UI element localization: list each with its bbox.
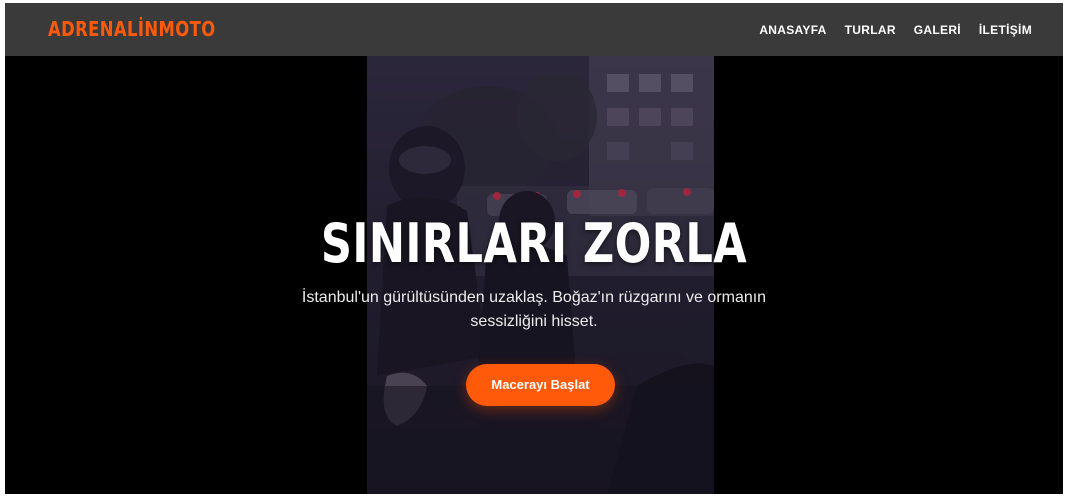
hero-title: SINIRLARI ZORLA — [320, 212, 748, 275]
hero-subtitle: İstanbul'un gürültüsünden uzaklaş. Boğaz… — [284, 286, 784, 334]
start-adventure-button[interactable]: Macerayı Başlat — [466, 364, 615, 406]
main-nav: ANASAYFA TURLAR GALERİ İLETİŞİM — [741, 3, 1032, 56]
nav-link-galeri[interactable]: GALERİ — [914, 23, 961, 37]
hero-subtitle-line-2: sessizliğini hisset. — [470, 313, 598, 330]
hero-section: SINIRLARI ZORLA İstanbul'un gürültüsünde… — [5, 56, 1063, 494]
brand-logo[interactable]: ADRENALİNMOTO — [48, 15, 216, 43]
page-frame: ADRENALİNMOTO ANASAYFA TURLAR GALERİ İLE… — [5, 3, 1063, 494]
nav-link-turlar[interactable]: TURLAR — [845, 23, 896, 37]
hero-subtitle-line-1: İstanbul'un gürültüsünden uzaklaş. Boğaz… — [301, 289, 767, 306]
navbar: ADRENALİNMOTO ANASAYFA TURLAR GALERİ İLE… — [5, 3, 1063, 56]
nav-link-iletisim[interactable]: İLETİŞİM — [979, 23, 1032, 37]
nav-link-anasayfa[interactable]: ANASAYFA — [759, 23, 826, 37]
